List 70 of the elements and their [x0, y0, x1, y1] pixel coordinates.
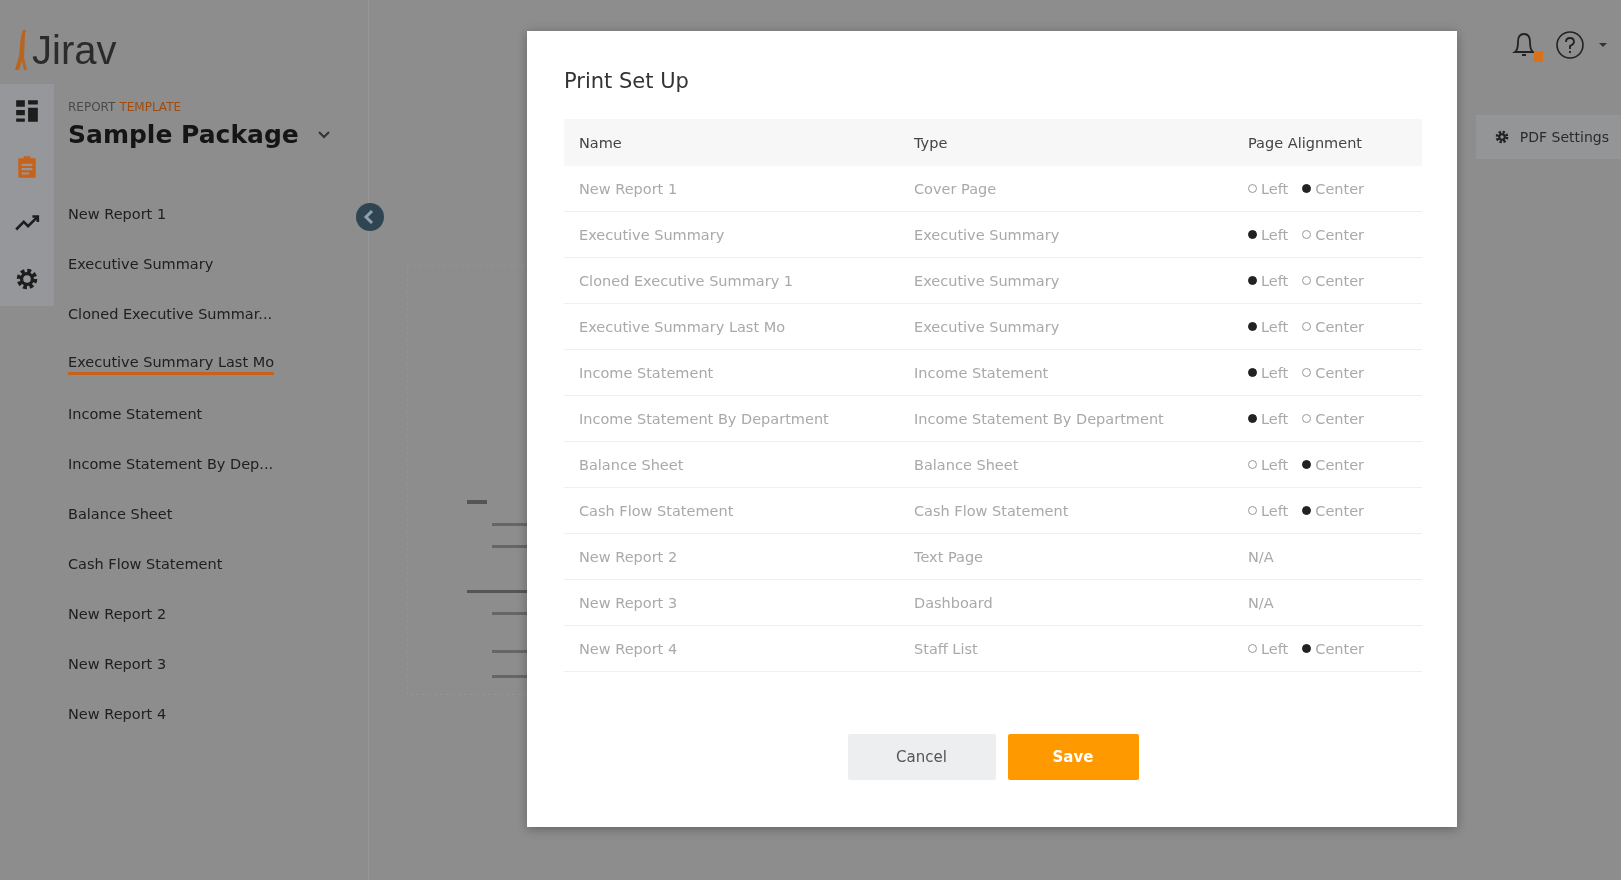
alignment-radio[interactable]: Center — [1302, 364, 1365, 381]
help-icon[interactable] — [1555, 30, 1585, 60]
table-cell-text: Cash Flow Statement — [578, 502, 735, 519]
report-list-item[interactable]: Executive Summary Last Mo — [68, 353, 275, 375]
report-list-item[interactable]: New Report 4 — [68, 703, 167, 725]
table-cell-text: Executive Summary — [578, 226, 726, 243]
alignment-radio[interactable]: Left — [1248, 456, 1289, 473]
table-cell-text: N/A — [1247, 594, 1274, 611]
dialog-title: Print Set Up — [564, 69, 690, 93]
table-cell-text: N/A — [1247, 548, 1274, 565]
table-cell-text: Balance Sheet — [913, 456, 1020, 473]
package-title: Sample Package — [68, 120, 299, 149]
alignment-radio[interactable]: Left — [1248, 272, 1289, 289]
table-cell-text: Staff List — [913, 640, 979, 657]
report-list-item[interactable]: Cloned Executive Summar... — [68, 303, 273, 325]
report-list-item[interactable]: Income Statement — [68, 403, 203, 425]
report-list-item[interactable]: Executive Summary — [68, 253, 214, 275]
alignment-radio[interactable]: Left — [1248, 410, 1289, 427]
alignment-radio[interactable]: Center — [1302, 502, 1365, 519]
table-cell-text: Cloned Executive Summary 1 — [578, 272, 795, 289]
template-label: TEMPLATE — [119, 100, 182, 114]
alignment-radio[interactable]: Left — [1248, 180, 1289, 197]
alignment-radio[interactable]: Center — [1302, 318, 1365, 335]
table-cell-text: Executive Summary — [913, 318, 1061, 335]
caret-down-icon[interactable] — [1597, 41, 1609, 49]
column-header: Type — [913, 134, 949, 151]
table-cell-text: New Report 1 — [578, 180, 679, 197]
table-cell-text: Income Statement By Department — [913, 410, 1165, 427]
table-cell-text: Income Statement — [578, 364, 715, 381]
report-list-item[interactable]: Balance Sheet — [68, 503, 173, 525]
table-cell-text: Executive Summary — [913, 272, 1061, 289]
dashboard-icon[interactable] — [14, 98, 40, 124]
chevron-down-icon[interactable] — [316, 129, 331, 140]
pdf-settings-button[interactable]: PDF Settings — [1475, 115, 1621, 159]
report-list-item[interactable]: New Report 3 — [68, 653, 167, 675]
logo-text: Jirav — [32, 28, 117, 72]
table-cell-text: Executive Summary — [913, 226, 1061, 243]
table-cell-text: Balance Sheet — [578, 456, 685, 473]
save-button[interactable]: Save — [1007, 734, 1139, 780]
alignment-radio[interactable]: Center — [1302, 640, 1365, 657]
table-cell-text: Income Statement — [913, 364, 1050, 381]
alignment-radio[interactable]: Center — [1302, 226, 1365, 243]
report-list-item[interactable]: Cash Flow Statement — [68, 553, 223, 575]
alignment-radio[interactable]: Left — [1248, 502, 1289, 519]
table-cell-text: New Report 2 — [578, 548, 679, 565]
table-cell-text: New Report 3 — [578, 594, 679, 611]
report-list-item[interactable]: New Report 1 — [68, 203, 167, 225]
gear-icon — [1493, 129, 1510, 145]
alignment-radio[interactable]: Left — [1248, 640, 1289, 657]
report-list-item[interactable]: Income Statement By Dep... — [68, 453, 274, 475]
alignment-radio[interactable]: Center — [1302, 410, 1365, 427]
alignment-radio[interactable]: Left — [1248, 364, 1289, 381]
report-list-item[interactable]: New Report 2 — [68, 603, 167, 625]
alignment-radio[interactable]: Left — [1248, 318, 1289, 335]
report-label: REPORT — [68, 100, 116, 114]
settings-icon[interactable] — [14, 266, 40, 292]
table-cell-text: Executive Summary Last Mo — [578, 318, 787, 335]
table-cell-text: Income Statement By Department — [578, 410, 830, 427]
alignment-radio[interactable]: Center — [1302, 456, 1365, 473]
cancel-button[interactable]: Cancel — [847, 734, 996, 780]
table-cell-text: New Report 4 — [578, 640, 679, 657]
table-cell-text: Dashboard — [913, 594, 994, 611]
table-cell-text: Cover Page — [913, 180, 998, 197]
alignment-radio[interactable]: Center — [1302, 272, 1365, 289]
table-cell-text: Text Page — [913, 548, 985, 565]
alignment-radio[interactable]: Center — [1302, 180, 1365, 197]
table-cell-text: Cash Flow Statement — [913, 502, 1070, 519]
alignment-radio[interactable]: Left — [1248, 226, 1289, 243]
column-header: Page Alignment — [1247, 134, 1363, 151]
column-header: Name — [578, 134, 623, 151]
